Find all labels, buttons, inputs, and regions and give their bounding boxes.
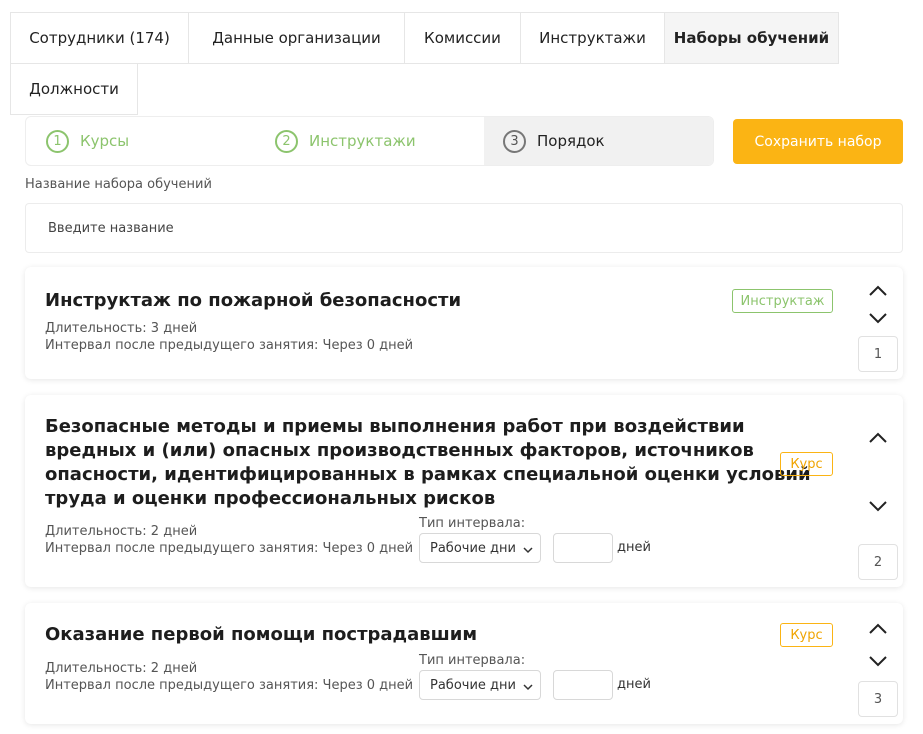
tab-employees[interactable]: Сотрудники (174) <box>10 12 189 64</box>
save-set-button[interactable]: Сохранить набор <box>733 119 903 164</box>
interval-days-input[interactable] <box>553 670 613 700</box>
chevron-down-icon <box>523 543 533 558</box>
item-title-line: Безопасные методы и приемы выполнения ра… <box>45 416 745 437</box>
chevron-down-icon[interactable] <box>866 306 890 330</box>
type-badge: Инструктаж <box>732 289 833 313</box>
type-badge: Курс <box>780 623 833 647</box>
step-number: 2 <box>275 129 298 153</box>
days-suffix: дней <box>617 677 651 692</box>
interval-type-value: Рабочие дни <box>430 540 516 556</box>
item-title-line: вредных и (или) опасных производственных… <box>45 440 754 461</box>
type-badge: Курс <box>780 452 833 476</box>
item-title: Оказание первой помощи пострадавшим <box>45 624 478 645</box>
step-label: Курсы <box>80 132 130 150</box>
tab-commissions[interactable]: Комиссии <box>404 12 521 64</box>
set-name-input[interactable] <box>25 203 903 253</box>
interval-type-select[interactable]: Рабочие дни <box>419 670 541 700</box>
training-item-card: Безопасные методы и приемы выполнения ра… <box>25 395 903 587</box>
set-name-label: Название набора обучений <box>25 177 212 192</box>
item-interval: Интервал после предыдущего занятия: Чере… <box>45 678 414 693</box>
interval-type-label: Тип интервала: <box>419 516 526 531</box>
item-title: Безопасные методы и приемы выполнения ра… <box>45 415 811 511</box>
interval-days-input[interactable] <box>553 533 613 563</box>
stepper: 1 Курсы 2 Инструктажи 3 Порядок <box>25 116 714 166</box>
item-interval: Интервал после предыдущего занятия: Чере… <box>45 541 414 556</box>
item-duration: Длительность: 2 дней <box>45 661 198 676</box>
chevron-up-icon[interactable] <box>866 278 890 302</box>
order-number[interactable]: 1 <box>858 336 898 372</box>
chevron-down-icon[interactable] <box>866 649 890 673</box>
order-number[interactable]: 2 <box>858 544 898 580</box>
chevron-up-icon[interactable] <box>866 425 890 449</box>
tab-instructions[interactable]: Инструктажи <box>520 12 665 64</box>
interval-type-label: Тип интервала: <box>419 653 526 668</box>
training-item-card: Инструктаж по пожарной безопасности Длит… <box>25 267 903 379</box>
item-title: Инструктаж по пожарной безопасности <box>45 290 462 311</box>
tab-training-sets[interactable]: Наборы обучений <box>664 12 839 64</box>
item-duration: Длительность: 3 дней <box>45 321 198 336</box>
step-label: Инструктажи <box>309 132 416 150</box>
interval-type-select[interactable]: Рабочие дни <box>419 533 541 563</box>
step-label: Порядок <box>537 132 605 150</box>
item-interval: Интервал после предыдущего занятия: Чере… <box>45 338 414 353</box>
days-suffix: дней <box>617 540 651 555</box>
chevron-down-icon[interactable] <box>866 494 890 518</box>
tab-positions[interactable]: Должности <box>10 63 138 115</box>
order-number[interactable]: 3 <box>858 681 898 717</box>
item-title-line: труда и оценки профессиональных рисков <box>45 488 496 509</box>
step-number: 1 <box>46 129 69 153</box>
chevron-up-icon[interactable] <box>866 616 890 640</box>
tab-organization-data[interactable]: Данные организации <box>188 12 405 64</box>
step-instructions[interactable]: 2 Инструктажи <box>275 117 483 165</box>
chevron-down-icon <box>523 680 533 695</box>
item-duration: Длительность: 2 дней <box>45 524 198 539</box>
item-title-line: опасности, идентифицированных в рамках с… <box>45 464 811 485</box>
step-courses[interactable]: 1 Курсы <box>46 117 256 165</box>
step-order[interactable]: 3 Порядок <box>484 117 713 165</box>
training-item-card: Оказание первой помощи пострадавшим Длит… <box>25 603 903 724</box>
interval-type-value: Рабочие дни <box>430 677 516 693</box>
step-number: 3 <box>503 129 526 153</box>
